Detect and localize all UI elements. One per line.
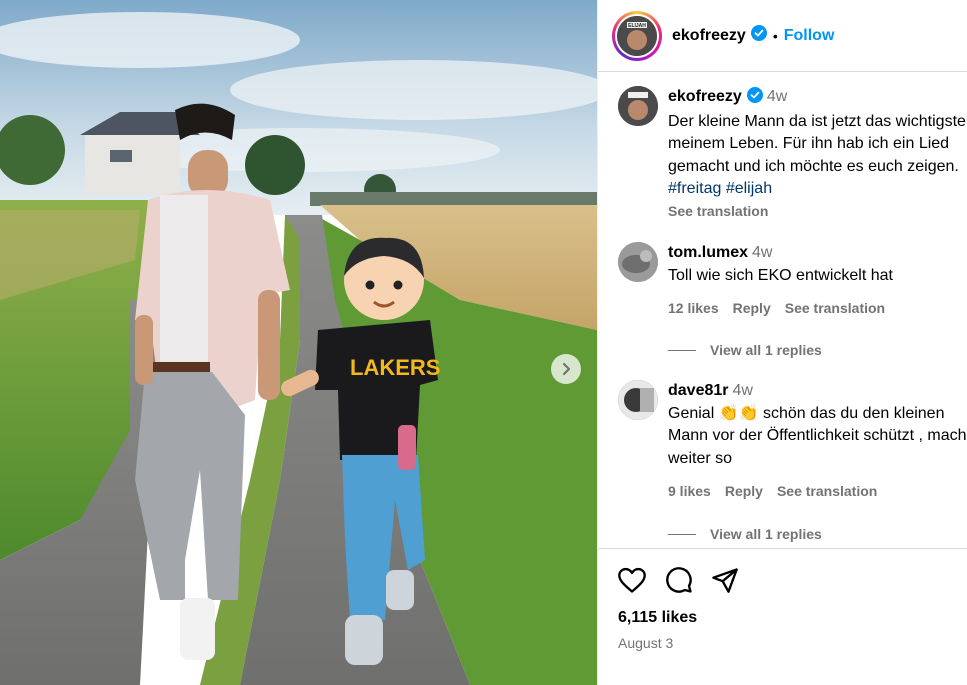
post-details-panel: ELIJAH ekofreezy • Follow ekofreezy 4w D… <box>597 0 967 685</box>
comment-avatar[interactable] <box>618 242 658 282</box>
comment-text-start: Genial <box>668 404 715 422</box>
comment-see-translation[interactable]: See translation <box>785 300 885 316</box>
likes-count[interactable]: 6,115 likes <box>618 609 697 627</box>
post-actions: 6,115 likes August 3 <box>598 548 967 685</box>
caption-body: ekofreezy 4w Der kleine Mann da ist jetzt… <box>668 86 967 223</box>
chevron-right-icon <box>562 362 571 376</box>
follow-button[interactable]: Follow <box>784 27 835 45</box>
reply-button[interactable]: Reply <box>733 300 771 316</box>
instagram-post-view: LAKERS ELIJAH ekofreezy • Follow ekofree… <box>0 0 967 685</box>
verified-icon <box>750 25 767 46</box>
post-date[interactable]: August 3 <box>618 635 673 651</box>
caption-see-translation[interactable]: See translation <box>668 203 768 219</box>
comment-meta: 9 likes Reply See translation <box>668 480 967 503</box>
hashtag-freitag[interactable]: #freitag <box>668 180 721 197</box>
action-icons <box>617 566 739 594</box>
avatar-face-icon: ELIJAH <box>617 15 657 56</box>
comment-avatar[interactable] <box>618 380 658 420</box>
view-replies-button[interactable]: View all 1 replies <box>668 342 822 358</box>
avatar-photo-icon <box>618 242 658 282</box>
comment-time[interactable]: 4w <box>733 382 753 399</box>
comment-body: dave81r 4w Genial 👏👏 schön das du den kle… <box>668 380 967 503</box>
comment-icon[interactable] <box>665 566 693 594</box>
reply-button[interactable]: Reply <box>725 483 763 499</box>
comment-see-translation[interactable]: See translation <box>777 483 877 499</box>
comment-text: Toll wie sich EKO entwickelt hat <box>668 266 893 284</box>
replies-divider-line <box>668 349 696 351</box>
comment-username[interactable]: dave81r <box>668 382 729 399</box>
comment-likes[interactable]: 9 likes <box>668 483 711 499</box>
author-avatar-story-ring[interactable]: ELIJAH <box>612 10 662 61</box>
caption-text: Der kleine Mann da ist jetzt das wichtig… <box>668 112 967 175</box>
header-separator: • <box>772 27 778 44</box>
post-photo[interactable]: LAKERS <box>0 0 597 685</box>
comment-likes[interactable]: 12 likes <box>668 300 719 316</box>
view-replies-label: View all 1 replies <box>710 526 822 542</box>
replies-divider-line <box>668 533 696 535</box>
comment-meta: 12 likes Reply See translation <box>668 297 967 320</box>
next-photo-button[interactable] <box>551 354 581 384</box>
avatar-photo-icon <box>618 380 658 420</box>
comment-time[interactable]: 4w <box>752 244 772 261</box>
view-replies-button[interactable]: View all 1 replies <box>668 526 822 542</box>
clapping-hands-emoji: 👏👏 <box>718 404 759 422</box>
comment-body: tom.lumex 4w Toll wie sich EKO entwickelt… <box>668 242 967 320</box>
caption-time[interactable]: 4w <box>767 88 787 105</box>
comment-username[interactable]: tom.lumex <box>668 244 748 261</box>
caption-username[interactable]: ekofreezy <box>668 88 742 105</box>
avatar-badge-text: ELIJAH <box>628 23 646 29</box>
hashtag-elijah[interactable]: #elijah <box>726 180 772 197</box>
header-username[interactable]: ekofreezy <box>672 27 746 45</box>
view-replies-label: View all 1 replies <box>710 342 822 358</box>
caption-avatar[interactable] <box>618 86 658 126</box>
post-header: ELIJAH ekofreezy • Follow <box>598 0 967 72</box>
avatar-face-icon <box>618 86 658 126</box>
heart-icon[interactable] <box>617 566 647 594</box>
photo-scene: LAKERS <box>0 0 597 685</box>
shirt-print: LAKERS <box>350 355 440 380</box>
author-avatar: ELIJAH <box>617 15 657 56</box>
share-icon[interactable] <box>711 566 739 594</box>
verified-icon <box>746 87 763 111</box>
comments-section[interactable]: ekofreezy 4w Der kleine Mann da ist jetzt… <box>598 72 967 548</box>
